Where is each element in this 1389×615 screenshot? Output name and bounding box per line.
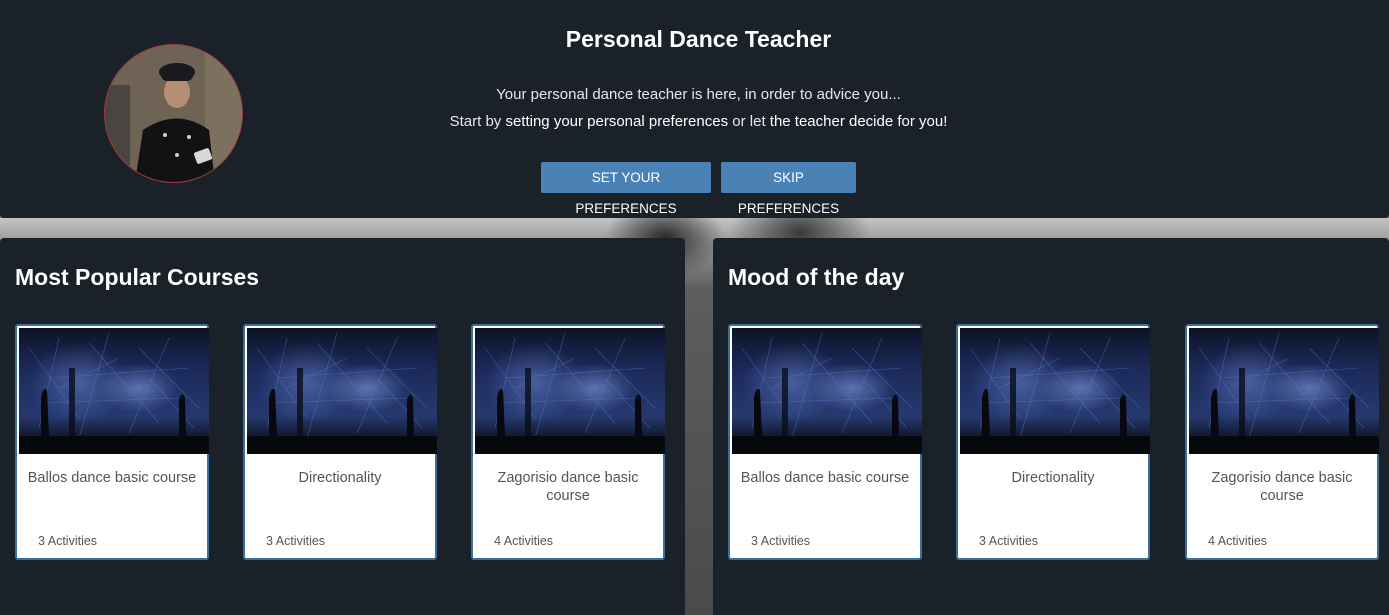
intro-middle: or let xyxy=(728,113,770,130)
most-popular-courses-panel: Most Popular Courses Ballos dance basic … xyxy=(0,238,685,615)
skip-preferences-button[interactable]: SKIP PREFERENCES xyxy=(721,162,856,216)
section-title: Most Popular Courses xyxy=(15,264,260,290)
intro-emphasis-teacher: the teacher decide for you! xyxy=(769,113,948,130)
course-card[interactable]: Directionality 3 Activities xyxy=(243,324,437,560)
course-card[interactable]: Zagorisio dance basic course 4 Activitie… xyxy=(471,324,665,560)
course-card[interactable]: Ballos dance basic course 3 Activities xyxy=(15,324,209,560)
activities-count: 3 Activities xyxy=(979,534,1039,548)
intro-emphasis-preferences: setting your personal preferences xyxy=(505,113,729,130)
intro-instructions: Start by setting your personal preferenc… xyxy=(0,113,1389,130)
course-thumbnail xyxy=(960,328,1150,454)
activities-count: 4 Activities xyxy=(1208,534,1268,548)
course-name: Directionality xyxy=(298,470,382,486)
activities-count: 4 Activities xyxy=(494,534,554,548)
set-preferences-button[interactable]: SET YOUR PREFERENCES xyxy=(541,162,711,216)
course-name: Ballos dance basic course xyxy=(740,470,910,486)
course-card[interactable]: Directionality 3 Activities xyxy=(956,324,1150,560)
course-thumbnail xyxy=(475,328,665,454)
course-thumbnail xyxy=(19,328,209,454)
intro-text: Your personal dance teacher is here, in … xyxy=(496,86,901,103)
activities-count: 3 Activities xyxy=(751,534,811,548)
page-title: Personal Dance Teacher xyxy=(565,26,832,52)
course-name: Directionality xyxy=(1011,470,1095,486)
course-name: Zagorisio dance basic course xyxy=(497,470,639,504)
course-card[interactable]: Ballos dance basic course 3 Activities xyxy=(728,324,922,560)
hero-banner: Personal Dance Teacher Your personal dan… xyxy=(0,0,1389,218)
course-thumbnail xyxy=(247,328,437,454)
course-thumbnail xyxy=(732,328,922,454)
intro-prefix: Start by xyxy=(449,113,506,130)
course-name: Zagorisio dance basic course xyxy=(1211,470,1353,504)
activities-count: 3 Activities xyxy=(38,534,98,548)
course-name: Ballos dance basic course xyxy=(27,470,197,486)
course-thumbnail xyxy=(1189,328,1379,454)
section-title: Mood of the day xyxy=(728,264,905,290)
mood-of-the-day-panel: Mood of the day Ballos dance basic cours… xyxy=(713,238,1389,615)
activities-count: 3 Activities xyxy=(266,534,326,548)
course-card[interactable]: Zagorisio dance basic course 4 Activitie… xyxy=(1185,324,1379,560)
